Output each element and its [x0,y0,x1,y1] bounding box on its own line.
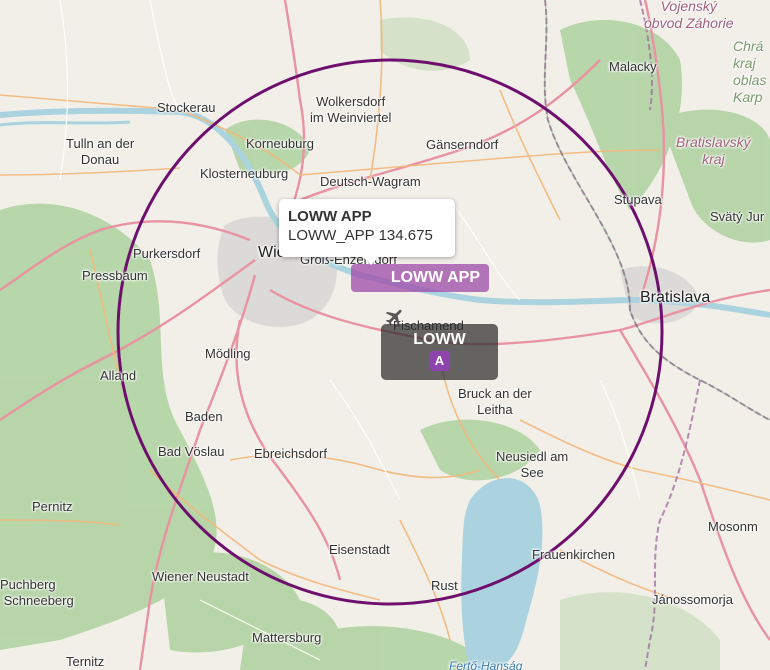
approach-badge[interactable]: LOWW APP [351,264,489,292]
popup-title: LOWW APP [288,208,372,225]
map-canvas[interactable]: Vojenský obvod Záhorie Malacky Stockerau … [0,0,770,670]
place-label-bratislavsky: Bratislavský kraj [676,134,751,167]
place-label-gaenserndorf: Gänserndorf [426,137,499,152]
place-label-baden: Baden [185,409,223,424]
place-label-stockerau: Stockerau [157,100,216,115]
place-label-mattersburg: Mattersburg [252,630,322,645]
place-label-rust: Rust [431,578,458,593]
place-label-ebreichsdorf: Ebreichsdorf [254,446,327,461]
airport-category-badge: A [429,351,450,371]
place-label-ferto: Fertő-Hanság [449,659,523,670]
place-label-svaty-jur: Svätý Jur [710,209,765,224]
place-label-moedling: Mödling [205,346,251,361]
place-label-wiener-neustadt: Wiener Neustadt [152,569,249,584]
place-label-pressbaum: Pressbaum [82,268,148,283]
place-label-mosonm: Mosonm [708,519,758,534]
place-label-pernitz: Pernitz [32,499,73,514]
place-label-eisenstadt: Eisenstadt [329,542,390,557]
place-label-purkersdorf: Purkersdorf [133,246,201,261]
place-label-bratislava: Bratislava [640,289,711,306]
place-label-stupava: Stupava [614,192,662,207]
airport-code: LOWW [413,331,466,348]
place-label-korneuburg: Korneuburg [246,136,314,151]
approach-badge-label: LOWW APP [390,269,480,286]
popup-tip [363,257,379,265]
place-label-ternitz: Ternitz [66,654,105,669]
place-label-neusiedl: Neusiedl am See [496,449,569,480]
popup-subtitle: LOWW_APP 134.675 [288,227,433,244]
place-label-puchberg: Puchberg Schneeberg [0,577,74,608]
info-popup[interactable]: LOWW APP LOWW_APP 134.675 [279,199,455,265]
place-label-janossomorja: Jánossomorja [652,592,733,607]
place-label-malacky: Malacky [609,59,657,74]
place-label-wolkersdorf: Wolkersdorf im Weinviertel [310,94,392,125]
airport-marker[interactable]: LOWW A [381,324,498,380]
place-label-tulln: Tulln an der Donau [66,136,135,167]
place-label-klosterneuburg: Klosterneuburg [200,166,289,181]
place-label-alland: Alland [100,368,137,383]
neusiedler-see-lake [461,478,543,670]
place-label-bad-voeslau: Bad Vöslau [158,444,225,459]
place-label-bruck: Bruck an der Leitha [458,386,532,417]
place-label-chrastava: Chrá kraj oblas Karp [733,38,767,105]
place-label-deutsch-wagram: Deutsch-Wagram [320,174,421,189]
place-label-frauenkirchen: Frauenkirchen [532,547,616,562]
place-label-vojensky: Vojenský obvod Záhorie [644,0,734,31]
